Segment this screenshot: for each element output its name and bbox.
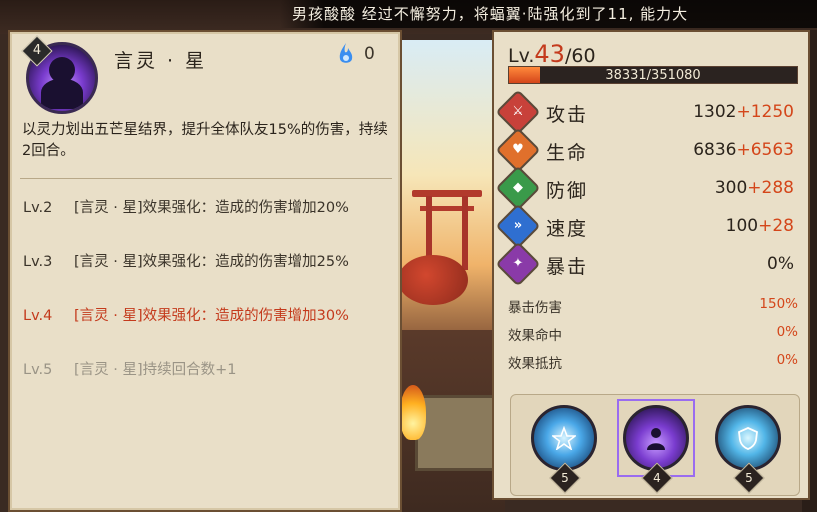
upgrade-text: [言灵 · 星]效果强化：造成的伤害增加20% <box>74 200 349 216</box>
stat-row-attack: ⚔ 攻击 1302+1250 <box>495 89 802 135</box>
stat-bonus: +288 <box>747 178 794 198</box>
attack-icon: ⚔ <box>495 89 541 135</box>
health-icon: ♥ <box>495 127 541 173</box>
banner-text: 男孩酸酸 经过不懈努力，将蝠翼·陆强化到了11, 能力大 <box>292 5 689 23</box>
skill-name: 言灵 · 星 <box>114 50 208 72</box>
sub-stat-crit-damage: 暴击伤害 150% <box>508 296 802 318</box>
stat-bonus: +28 <box>758 216 794 236</box>
skill-level-number: 5 <box>561 471 569 485</box>
stat-base: 1302 <box>693 102 737 122</box>
upgrade-text: [言灵 · 星]持续回合数+1 <box>74 362 237 378</box>
stat-value: 6836+6563 <box>693 140 794 160</box>
stat-row-crit: ✦ 暴击 0% <box>495 241 802 287</box>
pentagram-scroll-icon <box>552 426 576 450</box>
stat-value: 300+288 <box>715 178 794 198</box>
upgrade-level: Lv.5 <box>23 362 53 378</box>
announcement-banner: 男孩酸酸 经过不懈努力，将蝠翼·陆强化到了11, 能力大 <box>280 0 817 28</box>
skill-description: 以灵力划出五芒星结界，提升全体队友15%的伤害，持续2回合。 <box>22 122 388 159</box>
character-stats-panel: Lv.43/60 38331/351080 ⚔ 攻击 1302+1250 ♥ 生… <box>492 30 810 500</box>
level-current: 43 <box>534 40 565 68</box>
sub-stat-name: 效果命中 <box>508 328 562 344</box>
skill-slot-1[interactable] <box>531 405 597 471</box>
flame-effect <box>400 385 426 440</box>
level-prefix: Lv. <box>508 45 535 67</box>
shield-icon <box>738 427 758 450</box>
stat-base: 6836 <box>693 140 737 160</box>
character-level: Lv.43/60 <box>508 40 596 68</box>
sub-stat-value: 0% <box>776 352 798 368</box>
orb-cost: 0 <box>364 44 375 64</box>
maple-tree <box>398 255 468 305</box>
skill-detail-panel: 4 言灵 · 星 0 以灵力划出五芒星结界，提升全体队友15%的伤害，持续2回合… <box>8 30 402 512</box>
defense-icon: ◆ <box>495 165 541 211</box>
soul-fire-icon <box>339 43 353 63</box>
stat-base: 0% <box>767 254 794 274</box>
divider <box>20 178 392 179</box>
sub-stat-effect-hit: 效果命中 0% <box>508 324 802 346</box>
stat-row-defense: ◆ 防御 300+288 <box>495 165 802 211</box>
stat-name: 攻击 <box>546 104 589 126</box>
sub-stat-name: 效果抵抗 <box>508 356 562 372</box>
skill-slot-2[interactable] <box>623 405 689 471</box>
stat-name: 防御 <box>546 180 589 202</box>
stat-row-health: ♥ 生命 6836+6563 <box>495 127 802 173</box>
upgrade-level: Lv.2 <box>23 200 53 216</box>
speed-icon: » <box>495 203 541 249</box>
skill-level-number: 4 <box>32 43 42 58</box>
upgrade-level: Lv.4 <box>23 308 53 324</box>
stat-bonus: +6563 <box>736 140 794 160</box>
stat-row-speed: » 速度 100+28 <box>495 203 802 249</box>
upgrade-text: [言灵 · 星]效果强化：造成的伤害增加30% <box>74 308 349 324</box>
stat-name: 生命 <box>546 142 589 164</box>
skill-level-number: 5 <box>745 471 753 485</box>
crit-icon: ✦ <box>495 241 541 287</box>
stat-name: 暴击 <box>546 256 589 278</box>
upgrade-level: Lv.3 <box>23 254 53 270</box>
level-max: /60 <box>564 45 596 67</box>
stat-base: 100 <box>725 216 759 236</box>
xp-text: 38331/351080 <box>605 68 701 83</box>
stat-value: 100+28 <box>726 216 794 236</box>
sub-stat-effect-resist: 效果抵抗 0% <box>508 352 802 374</box>
upgrade-text: [言灵 · 星]效果强化：造成的伤害增加25% <box>74 254 349 270</box>
skill-level-number: 4 <box>653 471 661 485</box>
stat-value: 1302+1250 <box>693 102 794 122</box>
stat-value: 0% <box>767 254 794 274</box>
skill-slot-3[interactable] <box>715 405 781 471</box>
stat-base: 300 <box>714 178 748 198</box>
sub-stat-value: 150% <box>759 296 798 312</box>
xp-bar: 38331/351080 <box>508 66 798 84</box>
stat-bonus: +1250 <box>736 102 794 122</box>
silhouette-icon <box>647 428 665 450</box>
sub-stat-value: 0% <box>776 324 798 340</box>
stat-name: 速度 <box>546 218 589 240</box>
sub-stat-name: 暴击伤害 <box>508 300 562 316</box>
skill-tray: 5 4 5 <box>510 394 800 496</box>
